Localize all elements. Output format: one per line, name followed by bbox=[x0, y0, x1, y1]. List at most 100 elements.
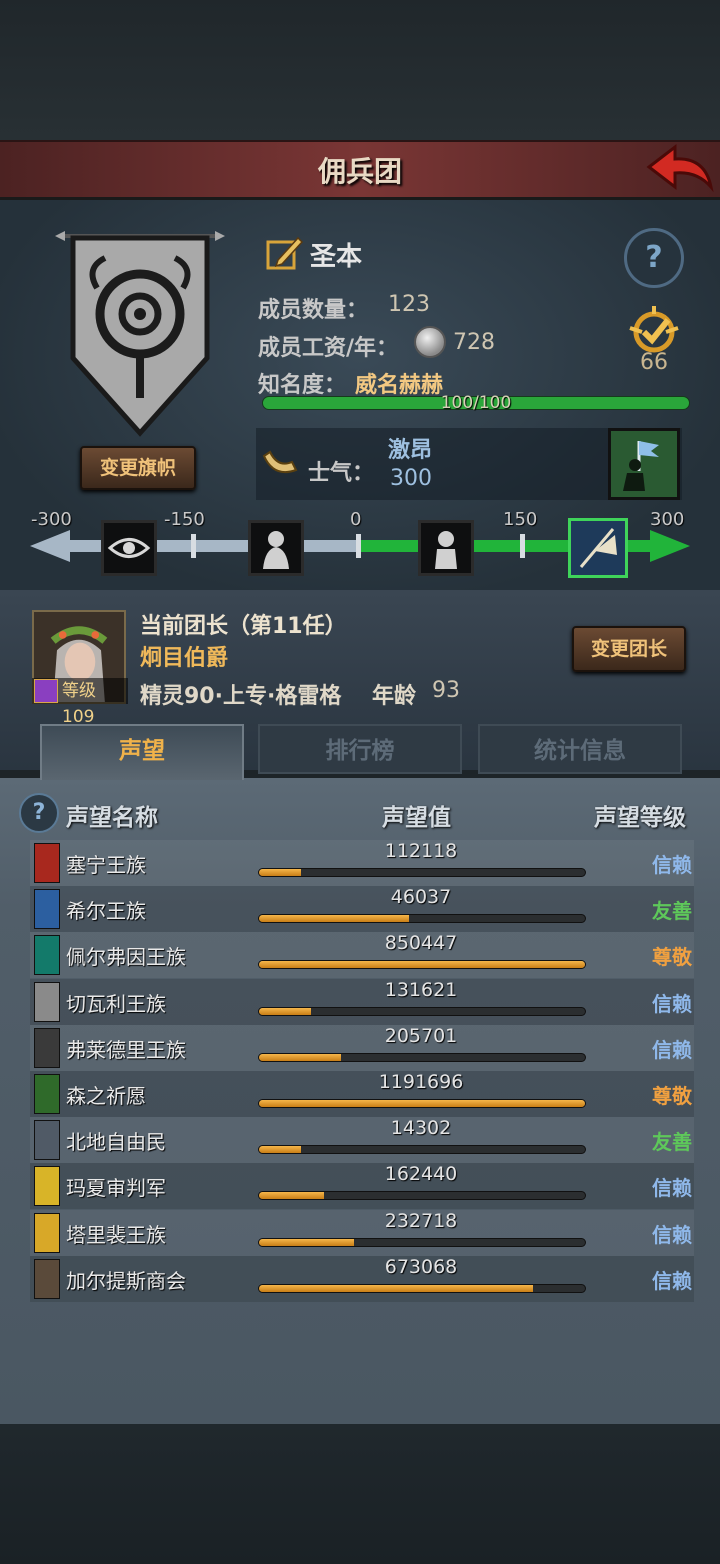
faction-row[interactable]: 森之祈愿 1191696 尊敬 bbox=[30, 1071, 694, 1117]
faction-reputation-bar bbox=[258, 1145, 586, 1155]
eye-icon[interactable] bbox=[101, 520, 157, 576]
faction-reputation-bar bbox=[258, 914, 586, 924]
faction-name: 佩尔弗因王族 bbox=[66, 945, 186, 970]
tab-reputation[interactable]: 声望 bbox=[40, 724, 244, 780]
faction-reputation-bar-fill bbox=[259, 915, 409, 923]
faction-name: 北地自由民 bbox=[66, 1130, 166, 1155]
morale-label: 士气： bbox=[308, 461, 375, 486]
weapon-class-icon bbox=[34, 679, 58, 703]
faction-reputation-bar bbox=[258, 1099, 586, 1108]
help-icon[interactable]: ? bbox=[624, 228, 684, 288]
faction-name: 森之祈愿 bbox=[66, 1084, 146, 1108]
members-value: 123 bbox=[388, 292, 430, 317]
change-flag-button[interactable]: 变更旗帜 bbox=[80, 446, 196, 490]
morale-state: 激昂 bbox=[388, 438, 433, 463]
faction-row[interactable]: 塞宁王族 112118 信赖 bbox=[30, 840, 694, 886]
faction-reputation-level: 信赖 bbox=[652, 1222, 692, 1247]
morale-tick-label: 0 bbox=[350, 509, 362, 530]
faction-reputation-value: 205701 bbox=[384, 1024, 458, 1047]
faction-row[interactable]: 佩尔弗因王族 850447 尊敬 bbox=[30, 932, 694, 979]
faction-reputation-value: 232718 bbox=[384, 1209, 458, 1232]
faction-reputation-value: 1191696 bbox=[378, 1071, 464, 1093]
faction-reputation-level: 信赖 bbox=[652, 991, 692, 1016]
bottom-backdrop bbox=[0, 1424, 720, 1564]
faction-reputation-value: 162440 bbox=[384, 1163, 458, 1186]
faction-reputation-bar-fill bbox=[259, 961, 585, 969]
faction-name: 弗莱德里王族 bbox=[66, 1037, 186, 1062]
faction-crest-icon bbox=[34, 981, 60, 1022]
change-leader-button[interactable]: 变更团长 bbox=[572, 626, 686, 672]
faction-row[interactable]: 塔里裴王族 232718 信赖 bbox=[30, 1209, 694, 1256]
back-arrow-icon[interactable] bbox=[645, 143, 715, 195]
page-title: 佣兵团 bbox=[317, 155, 402, 188]
members-label: 成员数量： bbox=[258, 298, 369, 323]
faction-row[interactable]: 北地自由民 14302 友善 bbox=[30, 1117, 694, 1164]
tab-statistics[interactable]: 统计信息 bbox=[478, 724, 682, 774]
leader-name: 炯目伯爵 bbox=[140, 646, 229, 671]
wage-label: 成员工资/年： bbox=[258, 336, 399, 361]
faction-reputation-level: 尊敬 bbox=[652, 945, 692, 970]
faction-reputation-level: 尊敬 bbox=[652, 1084, 692, 1108]
column-header-name: 声望名称 bbox=[66, 805, 158, 831]
edit-name-icon[interactable] bbox=[266, 234, 304, 272]
faction-crest-icon bbox=[34, 1212, 60, 1253]
faction-row[interactable]: 加尔提斯商会 673068 信赖 bbox=[30, 1255, 694, 1302]
faction-reputation-value: 131621 bbox=[384, 978, 458, 1001]
faction-reputation-value: 112118 bbox=[384, 840, 458, 862]
column-header-level: 声望等级 bbox=[594, 805, 686, 831]
faction-name: 玛夏审判军 bbox=[66, 1176, 166, 1201]
faction-reputation-bar-fill bbox=[259, 1053, 341, 1061]
faction-reputation-bar bbox=[258, 1006, 586, 1016]
medal-icon[interactable] bbox=[622, 304, 686, 356]
column-header-value: 声望值 bbox=[382, 805, 451, 831]
wage-value: 728 bbox=[453, 330, 495, 355]
faction-reputation-bar-fill bbox=[259, 1146, 302, 1154]
faction-crest-icon bbox=[34, 1258, 60, 1299]
faction-reputation-bar-fill bbox=[259, 869, 302, 876]
faction-reputation-level: 友善 bbox=[652, 1130, 692, 1155]
grieving-figure-icon[interactable] bbox=[248, 520, 304, 576]
faction-row[interactable]: 切瓦利王族 131621 信赖 bbox=[30, 978, 694, 1025]
faction-reputation-bar bbox=[258, 1191, 586, 1201]
medal-value: 66 bbox=[640, 350, 668, 375]
faction-name: 加尔提斯商会 bbox=[66, 1268, 186, 1293]
faction-reputation-level: 信赖 bbox=[652, 1176, 692, 1201]
faction-reputation-value: 673068 bbox=[384, 1255, 458, 1278]
faction-row[interactable]: 希尔王族 46037 友善 bbox=[30, 886, 694, 933]
seated-figure-icon[interactable] bbox=[418, 520, 474, 576]
morale-tick-label: -150 bbox=[164, 509, 205, 530]
faction-reputation-bar bbox=[258, 868, 586, 877]
faction-reputation-bar bbox=[258, 1283, 586, 1293]
faction-reputation-bar bbox=[258, 1052, 586, 1062]
faction-reputation-level: 信赖 bbox=[652, 1268, 692, 1293]
faction-row[interactable]: 玛夏审判军 162440 信赖 bbox=[30, 1163, 694, 1210]
age-label: 年龄 bbox=[372, 684, 417, 709]
top-backdrop bbox=[0, 0, 720, 140]
faction-reputation-value: 850447 bbox=[384, 932, 458, 955]
faction-name: 切瓦利王族 bbox=[66, 991, 166, 1016]
faction-crest-icon bbox=[34, 889, 60, 930]
faction-reputation-level: 信赖 bbox=[652, 853, 692, 877]
morale-value: 300 bbox=[390, 466, 432, 491]
faction-reputation-bar-fill bbox=[259, 1238, 354, 1246]
faction-reputation-bar bbox=[258, 1237, 586, 1247]
faction-crest-icon bbox=[34, 1166, 60, 1207]
faction-row[interactable]: 弗莱德里王族 205701 信赖 bbox=[30, 1024, 694, 1071]
guild-banner-icon bbox=[55, 231, 225, 437]
tab-ranking[interactable]: 排行榜 bbox=[258, 724, 462, 774]
leader-title: 当前团长（第11任） bbox=[140, 614, 347, 639]
faction-name: 希尔王族 bbox=[66, 899, 146, 924]
faction-name: 塞宁王族 bbox=[66, 853, 146, 877]
morale-tick-label: -300 bbox=[31, 509, 72, 530]
list-help-icon[interactable]: ? bbox=[19, 793, 59, 833]
faction-crest-icon bbox=[34, 1074, 60, 1114]
leader-race: 精灵90·上专·格雷格 bbox=[140, 684, 342, 709]
guild-name: 圣本 bbox=[310, 242, 363, 272]
faction-reputation-bar bbox=[258, 960, 586, 970]
morale-status-icon[interactable] bbox=[608, 428, 680, 500]
age-value: 93 bbox=[432, 678, 460, 703]
silver-coin-icon bbox=[414, 326, 446, 358]
faction-crest-icon bbox=[34, 1027, 60, 1068]
faction-crest-icon bbox=[34, 843, 60, 883]
banner-charge-icon[interactable] bbox=[568, 518, 628, 578]
